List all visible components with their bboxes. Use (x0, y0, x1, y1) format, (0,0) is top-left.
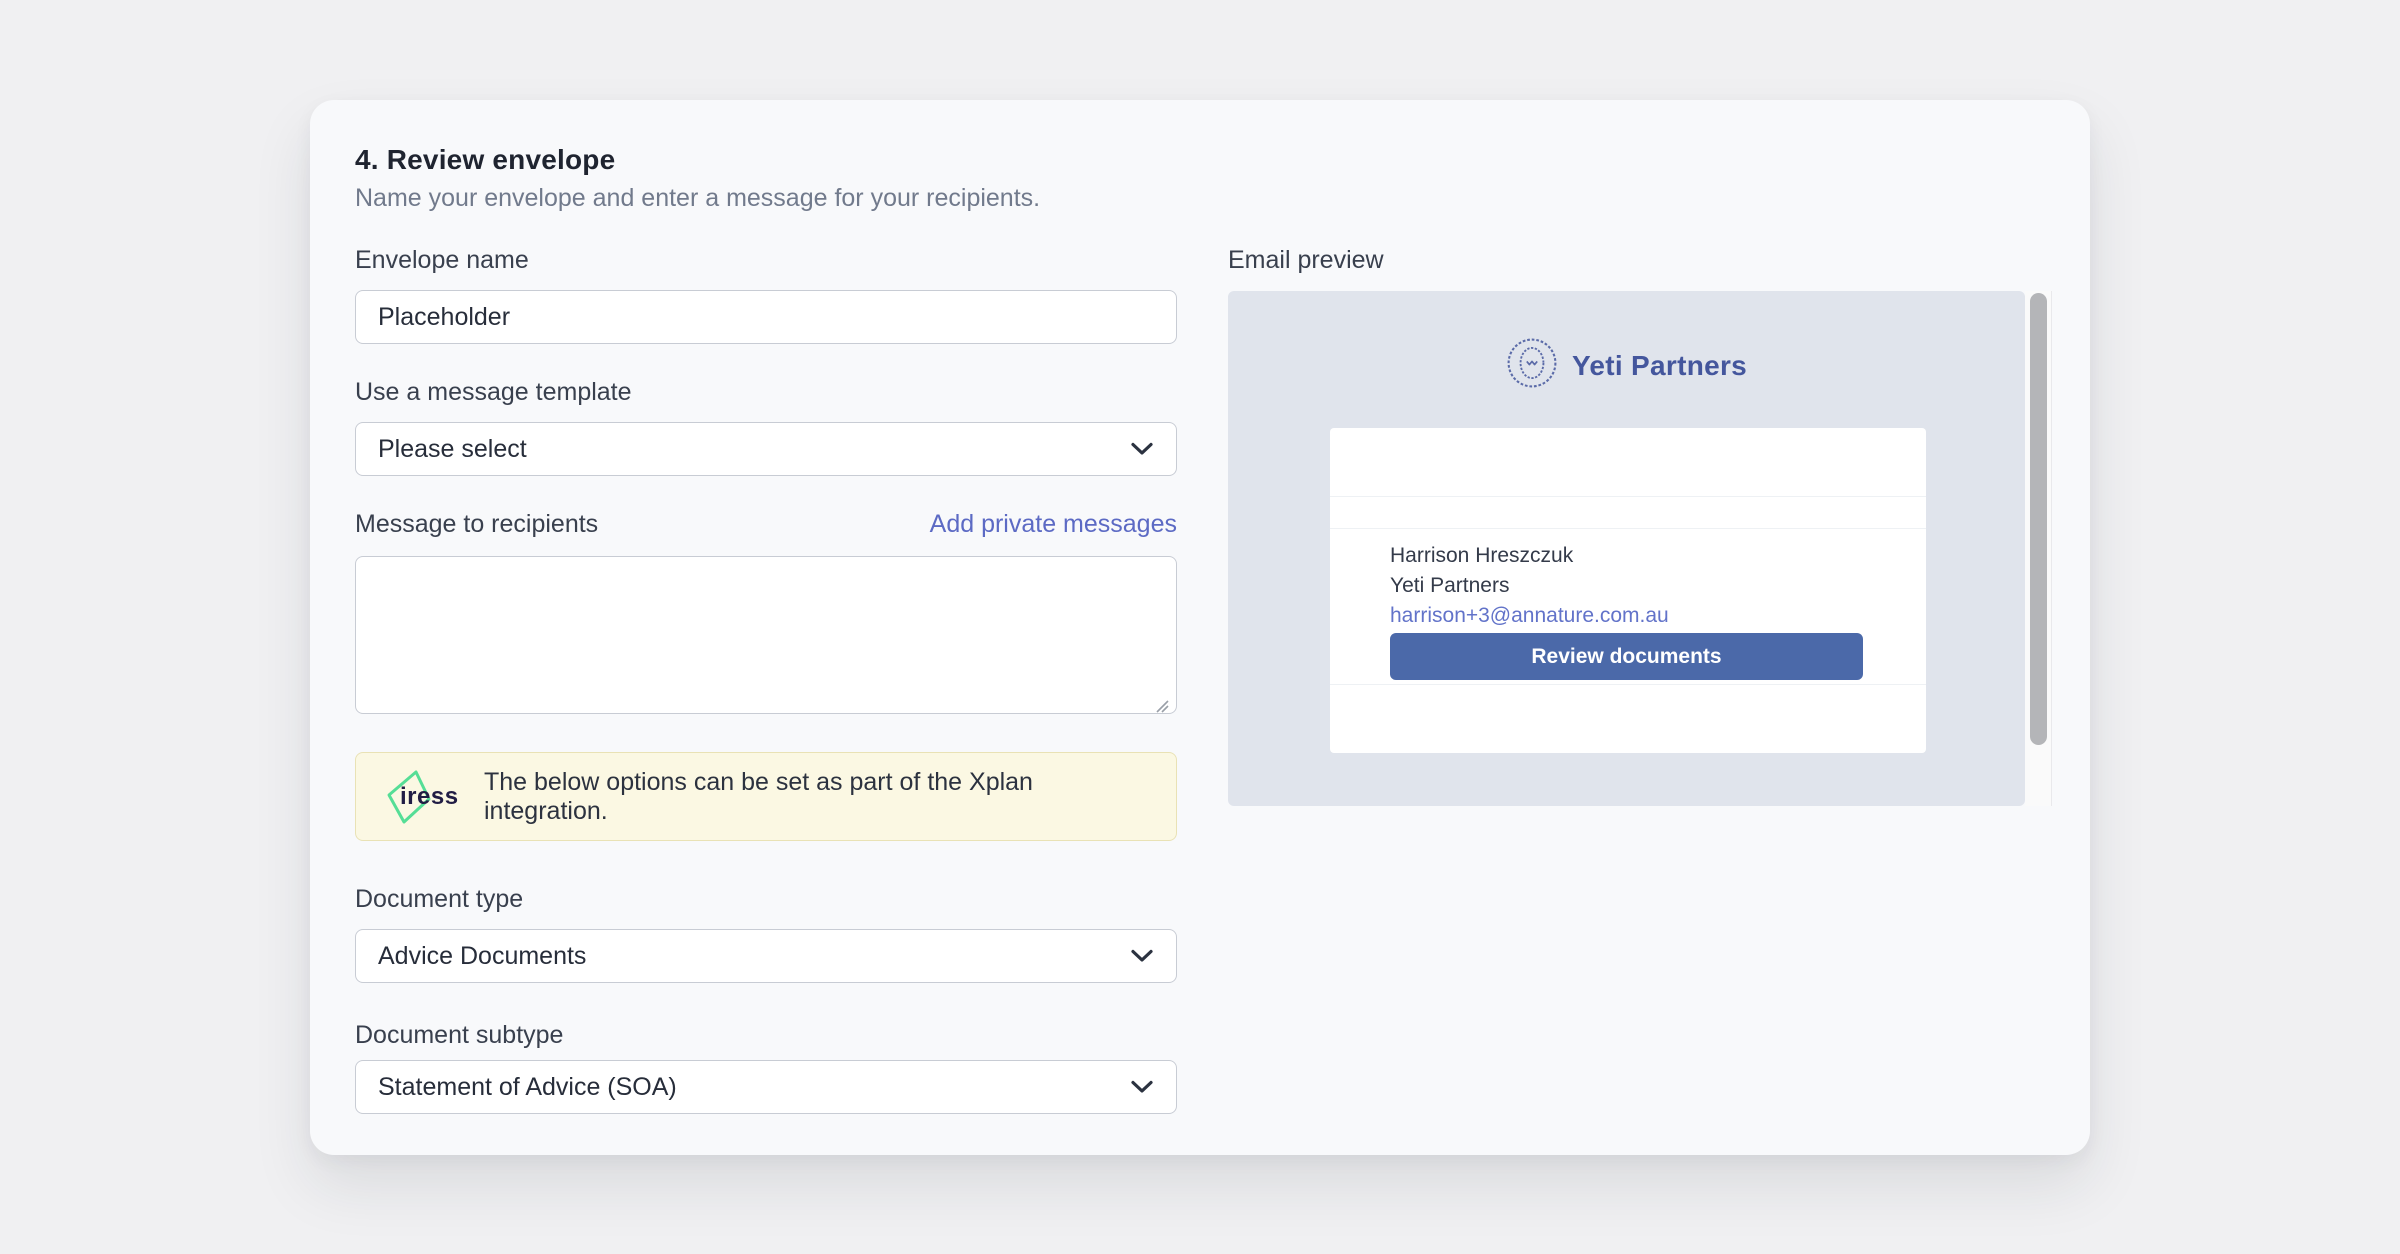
email-brand-row: Yeti Partners (1228, 337, 2025, 394)
document-subtype-label: Document subtype (355, 1021, 563, 1050)
document-subtype-selected-value: Statement of Advice (SOA) (378, 1073, 677, 1102)
add-private-messages-link[interactable]: Add private messages (355, 510, 1177, 539)
chevron-down-icon (1130, 442, 1154, 456)
document-type-label: Document type (355, 885, 523, 914)
xplan-integration-banner: iress The below options can be set as pa… (355, 752, 1177, 841)
recipient-name: Harrison Hreszczuk (1390, 541, 1669, 571)
iress-logo-wordmark: iress (400, 783, 459, 811)
email-divider (1330, 684, 1926, 685)
step-subtitle: Name your envelope and enter a message f… (355, 184, 1040, 213)
document-subtype-select[interactable]: Statement of Advice (SOA) (355, 1060, 1177, 1114)
iress-logo-icon: iress (384, 766, 448, 828)
email-recipient-block: Harrison Hreszczuk Yeti Partners harriso… (1390, 541, 1669, 631)
message-template-select[interactable]: Please select (355, 422, 1177, 476)
preview-scrollbar-thumb[interactable] (2030, 293, 2047, 745)
message-template-selected-value: Please select (378, 435, 527, 464)
email-divider (1330, 496, 1926, 497)
resize-handle-icon[interactable] (1153, 697, 1171, 720)
envelope-name-input[interactable] (355, 290, 1177, 344)
email-preview-label: Email preview (1228, 246, 1384, 275)
review-documents-button[interactable]: Review documents (1390, 633, 1863, 680)
email-preview-panel: Yeti Partners Harrison Hreszczuk Yeti Pa… (1228, 291, 2025, 806)
document-type-selected-value: Advice Documents (378, 942, 586, 971)
email-brand-name: Yeti Partners (1572, 350, 1747, 382)
document-type-select[interactable]: Advice Documents (355, 929, 1177, 983)
page-background: { "step": { "title": "4. Review envelope… (0, 0, 2400, 1254)
envelope-name-label: Envelope name (355, 246, 529, 275)
email-divider (1330, 528, 1926, 529)
xplan-banner-text: The below options can be set as part of … (484, 768, 1148, 826)
chevron-down-icon (1130, 949, 1154, 963)
message-textarea[interactable] (355, 556, 1177, 714)
recipient-company: Yeti Partners (1390, 571, 1669, 601)
recipient-email-link[interactable]: harrison+3@annature.com.au (1390, 601, 1669, 631)
message-template-label: Use a message template (355, 378, 632, 407)
email-preview-card: Harrison Hreszczuk Yeti Partners harriso… (1330, 428, 1926, 753)
step-title: 4. Review envelope (355, 144, 615, 176)
yeti-partners-logo-icon (1506, 337, 1558, 394)
chevron-down-icon (1130, 1080, 1154, 1094)
review-envelope-card: 4. Review envelope Name your envelope an… (310, 100, 2090, 1155)
